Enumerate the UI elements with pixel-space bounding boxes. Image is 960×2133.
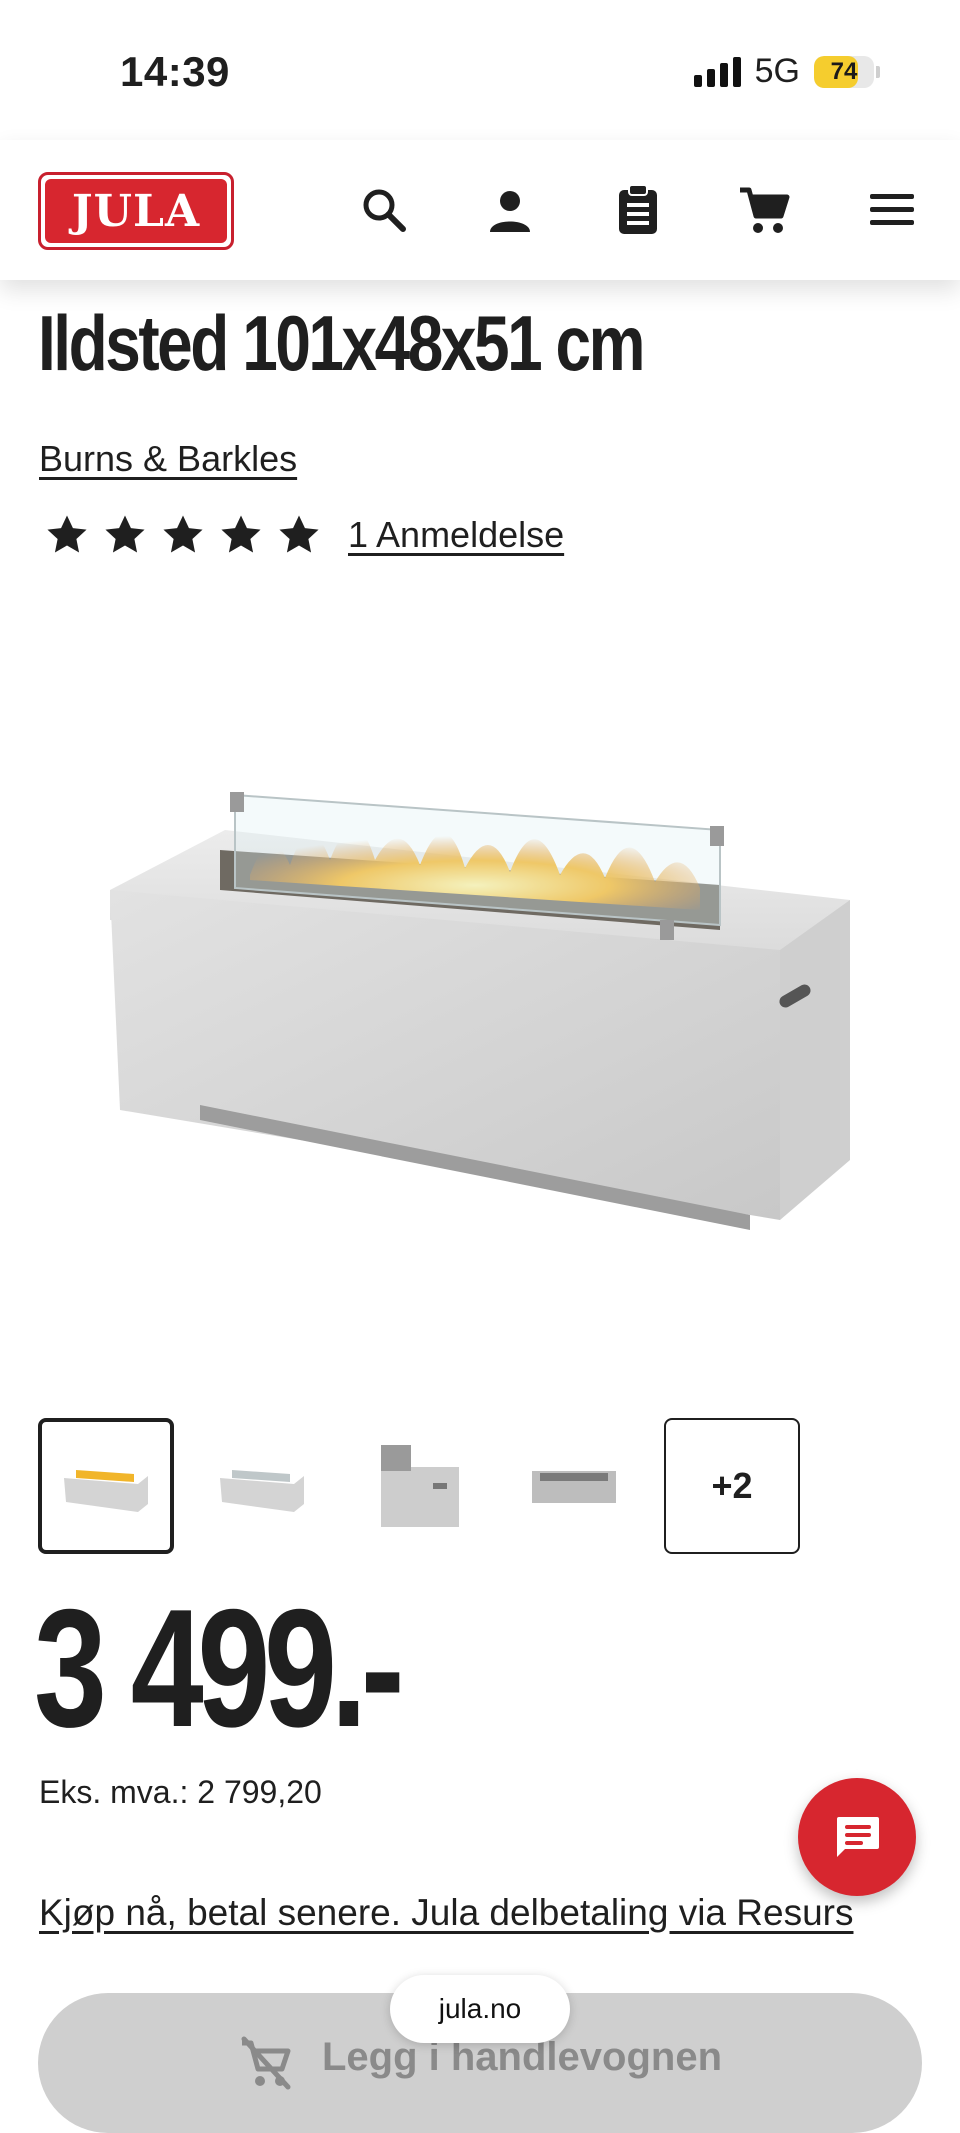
brand-link[interactable]: Burns & Barkles <box>39 438 297 480</box>
site-header: JULA <box>0 140 960 280</box>
status-indicators: 5G 74 <box>693 52 880 91</box>
chat-icon <box>837 1817 879 1857</box>
status-bar: 14:39 5G 74 <box>0 0 960 140</box>
reviews-link[interactable]: 1 Anmeldelse <box>348 514 564 556</box>
price-ex-vat: Eks. mva.: 2 799,20 <box>39 1774 322 1810</box>
price: 3 499.- <box>34 1574 405 1762</box>
cart-disabled-icon <box>241 2036 291 2090</box>
logo-text: JULA <box>45 179 227 243</box>
browser-url-pill[interactable]: jula.no <box>390 1975 570 2043</box>
rating[interactable]: 1 Anmeldelse <box>44 512 564 558</box>
thumbnail-4[interactable] <box>506 1418 642 1554</box>
star-icon <box>279 515 319 553</box>
star-icon <box>47 515 87 553</box>
star-icon <box>105 515 145 553</box>
star-icon <box>163 515 203 553</box>
menu-icon[interactable] <box>864 182 920 238</box>
jula-logo[interactable]: JULA <box>38 172 234 250</box>
search-icon[interactable] <box>356 182 412 238</box>
chat-button[interactable] <box>798 1778 916 1896</box>
battery-level: 74 <box>830 57 858 85</box>
rating-stars <box>44 512 322 558</box>
shopping-list-icon[interactable] <box>610 182 666 238</box>
product-title: Ildsted 101x48x51 cm <box>38 299 646 387</box>
pay-later-link[interactable]: Kjøp nå, betal senere. Jula delbetaling … <box>39 1892 853 1934</box>
thumbnail-2[interactable] <box>194 1418 330 1554</box>
cart-icon[interactable] <box>736 182 792 238</box>
signal-icon <box>693 56 741 87</box>
star-icon <box>221 515 261 553</box>
thumbnail-1[interactable] <box>38 1418 174 1554</box>
account-icon[interactable] <box>482 182 538 238</box>
product-image[interactable] <box>80 760 880 1240</box>
status-time: 14:39 <box>120 48 230 95</box>
network-label: 5G <box>754 52 800 90</box>
thumbnail-3[interactable] <box>350 1418 486 1554</box>
more-images-button[interactable]: +2 <box>664 1418 800 1554</box>
battery-icon: 74 <box>814 55 880 88</box>
